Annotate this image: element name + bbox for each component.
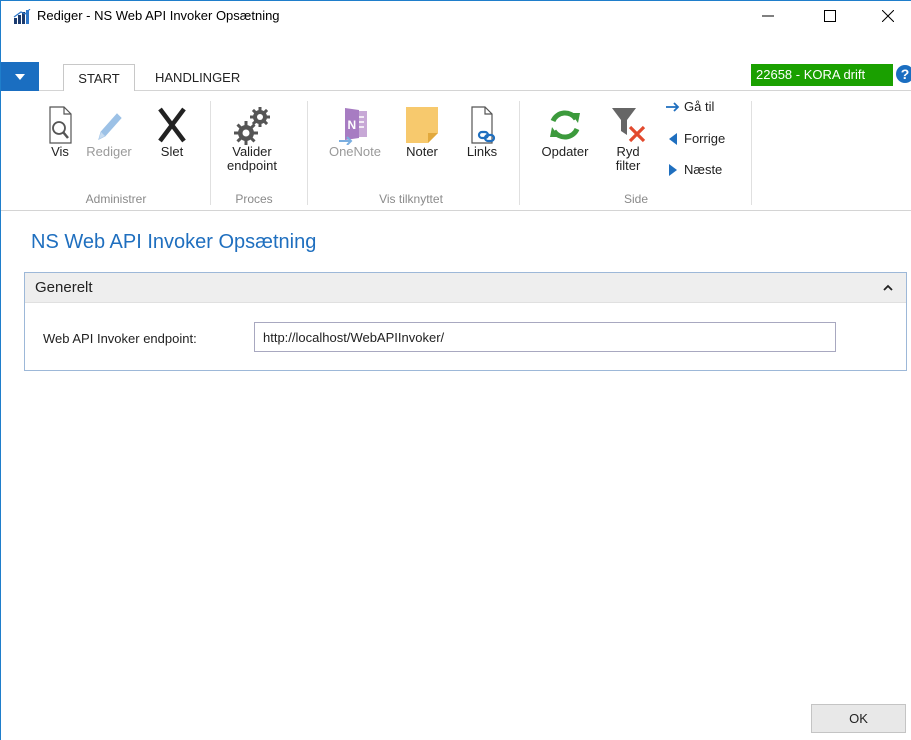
close-icon <box>882 10 894 22</box>
sticky-note-icon <box>406 107 438 143</box>
endpoint-field[interactable] <box>254 322 836 352</box>
triangle-right-icon <box>665 163 681 177</box>
ryd-filter-button[interactable]: Ryd filter <box>603 105 653 173</box>
gaa-til-button[interactable]: Gå til <box>665 99 714 114</box>
forrige-label: Forrige <box>684 131 726 146</box>
valider-label-line2: endpoint <box>227 158 277 173</box>
ribbon-separator <box>519 101 520 205</box>
onenote-label: OneNote <box>328 144 382 159</box>
noter-label: Noter <box>406 144 438 159</box>
slet-button[interactable]: Slet <box>149 105 195 159</box>
rediger-button[interactable]: Rediger <box>81 105 137 159</box>
naeste-label: Næste <box>684 162 723 177</box>
triangle-left-icon <box>665 132 681 146</box>
application-menu-button[interactable] <box>1 62 39 91</box>
slet-label: Slet <box>160 144 184 159</box>
rediger-label: Rediger <box>86 144 132 159</box>
view-document-icon <box>49 106 72 144</box>
group-label-vis-tilknyttet: Vis tilknyttet <box>379 192 443 206</box>
page-title: NS Web API Invoker Opsætning <box>31 231 317 253</box>
ok-button[interactable]: OK <box>811 704 906 733</box>
group-label-proces: Proces <box>235 192 273 206</box>
ryd-label-line1: Ryd <box>616 144 640 159</box>
vis-label: Vis <box>51 144 69 159</box>
forrige-button[interactable]: Forrige <box>665 131 725 146</box>
onenote-button[interactable]: N OneNote <box>319 105 391 159</box>
gaa-til-label: Gå til <box>684 99 715 114</box>
valider-endpoint-button[interactable]: Valider endpoint <box>213 105 291 173</box>
valider-label-line1: Valider <box>232 144 272 159</box>
group-label-side: Side <box>623 192 649 206</box>
fasttab-header[interactable]: Generelt <box>25 273 906 303</box>
ribbon-separator <box>307 101 308 205</box>
edit-pencil-icon <box>98 113 122 140</box>
maximize-button[interactable] <box>807 1 853 31</box>
noter-button[interactable]: Noter <box>395 105 449 159</box>
group-label-administrer: Administrer <box>85 192 147 206</box>
title-bar[interactable]: Rediger - NS Web API Invoker Opsætning <box>1 1 911 31</box>
application-window: Rediger - NS Web API Invoker Opsætning S… <box>0 0 911 740</box>
minimize-button[interactable] <box>745 1 791 31</box>
close-button[interactable] <box>865 1 911 31</box>
endpoint-field-label: Web API Invoker endpoint: <box>43 331 197 346</box>
arrow-right-icon <box>665 100 681 114</box>
fasttab-generelt: Generelt Web API Invoker endpoint: <box>24 272 907 371</box>
links-label: Links <box>466 144 498 159</box>
svg-text:N: N <box>348 118 357 132</box>
ryd-label-line2: filter <box>615 158 641 173</box>
ribbon-separator <box>751 101 752 205</box>
refresh-icon <box>550 110 580 140</box>
window-title: Rediger - NS Web API Invoker Opsætning <box>37 8 280 23</box>
help-icon[interactable]: ? <box>896 65 911 83</box>
onenote-icon: N <box>339 108 367 145</box>
naeste-button[interactable]: Næste <box>665 162 722 177</box>
fasttab-title: Generelt <box>35 279 93 296</box>
document-link-icon <box>471 106 496 144</box>
opdater-button[interactable]: Opdater <box>531 105 599 159</box>
vis-button[interactable]: Vis <box>37 105 83 159</box>
dynamics-nav-app-icon <box>13 9 31 25</box>
tab-handlinger[interactable]: HANDLINGER <box>143 64 252 92</box>
clear-filter-icon <box>612 108 646 143</box>
maximize-icon <box>824 10 836 22</box>
tab-start[interactable]: START <box>63 64 135 92</box>
links-button[interactable]: Links <box>457 105 507 159</box>
delete-x-icon <box>158 107 186 143</box>
opdater-label: Opdater <box>541 144 589 159</box>
dropdown-triangle-icon <box>15 73 25 80</box>
chevron-up-icon[interactable] <box>881 281 895 295</box>
ribbon-separator <box>210 101 211 205</box>
gears-icon <box>234 107 270 145</box>
minimize-icon <box>762 15 774 17</box>
company-badge: 22658 - KORA drift <box>751 64 893 86</box>
